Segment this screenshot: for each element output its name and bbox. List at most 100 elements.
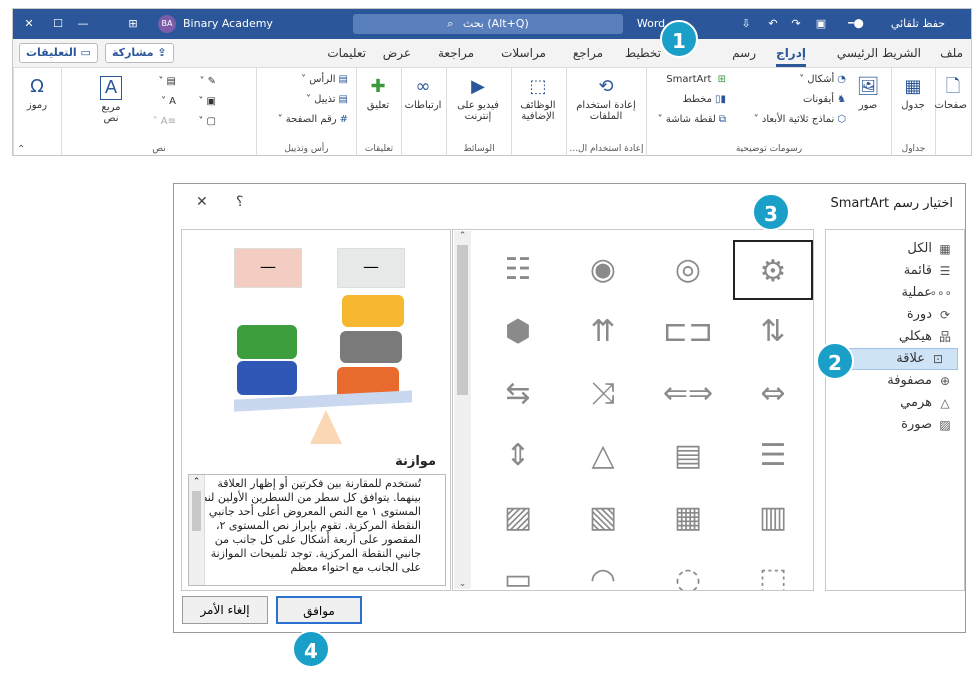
table-label: جدول [901, 100, 925, 111]
scroll-up-icon[interactable]: ⌃ [189, 475, 204, 489]
smartart-layout-thumbnail[interactable]: ⚙ [733, 240, 813, 300]
quickparts-icon[interactable]: ▤ ˅ [158, 76, 176, 87]
smartart-layout-thumbnail[interactable]: ⬚ [733, 550, 813, 590]
ribbon-display-icon[interactable]: ⊞ [123, 9, 143, 39]
smartart-layout-thumbnail[interactable]: ⇈ [563, 302, 643, 362]
preview-shape [237, 361, 297, 395]
smartart-layout-thumbnail[interactable]: ⇅ [733, 302, 813, 362]
smartart-layout-thumbnail[interactable]: ◌ [648, 550, 728, 590]
scroll-down-icon[interactable]: ⌄ [454, 579, 471, 589]
smartart-icon: ⊞ [717, 74, 726, 85]
pages-button[interactable]: 🗋 صفحات [935, 76, 967, 111]
search-box[interactable]: (Alt+Q) بحث ⌕ [353, 14, 623, 34]
smartart-layout-thumbnail[interactable]: ⬢ [478, 302, 558, 362]
signature-icon[interactable]: ✎ ˅ [199, 76, 216, 87]
tab-review[interactable]: مراجعة [438, 39, 474, 67]
tab-home[interactable]: الشريط الرئيسي [837, 39, 921, 67]
reuse-files-button[interactable]: ⟲ إعادة استخدام الملفات [570, 76, 642, 122]
picture-icon: 🖼 [856, 76, 880, 97]
wordart-icon[interactable]: A ˅ [161, 96, 176, 107]
help-button[interactable]: ؟ [236, 194, 243, 210]
header-button[interactable]: ▤الرأس ˅ [301, 74, 348, 85]
table-button[interactable]: ▦ جدول [899, 76, 927, 111]
textbox-button[interactable]: A مربع نص [96, 76, 126, 124]
avatar[interactable]: BA [158, 15, 176, 33]
minimize-icon[interactable]: — [73, 9, 93, 39]
maximize-icon[interactable]: ☐ [48, 9, 68, 39]
comment-label: تعليق [366, 100, 390, 111]
smartart-layout-thumbnail[interactable]: ▧ [563, 488, 643, 548]
object-icon[interactable]: ▢ ˅ [198, 116, 216, 127]
smartart-layout-thumbnail[interactable]: △ [563, 426, 643, 486]
addins-button[interactable]: ⬚ الوظائف الإضافية [514, 76, 562, 122]
links-button[interactable]: ∞ ارتباطات [402, 76, 444, 111]
smartart-layout-thumbnail[interactable]: ▥ [733, 488, 813, 548]
pyramid-icon: △ [940, 396, 950, 410]
smartart-layout-thumbnail[interactable]: ▭ [478, 550, 558, 590]
group-symbols: Ω رموز [13, 68, 61, 155]
autosave-toggle[interactable]: ⬤━ [841, 9, 871, 39]
datetime-icon[interactable]: ▣ ˅ [198, 96, 216, 107]
icons-button[interactable]: ♞أيقونات [803, 94, 846, 105]
chart-button[interactable]: ▮▯مخطط [682, 94, 726, 105]
smartart-layout-thumbnail[interactable]: ◉ [563, 240, 643, 300]
category-cycle[interactable]: ⟳ دورة [826, 304, 964, 326]
smartart-layout-thumbnail[interactable]: ⇔ [733, 364, 813, 424]
tab-file[interactable]: ملف [940, 39, 963, 67]
tab-help[interactable]: تعليمات [327, 39, 366, 67]
category-pyramid[interactable]: △ هرمي [826, 392, 964, 414]
smartart-layout-thumbnail[interactable]: ▦ [648, 488, 728, 548]
pictures-button[interactable]: 🖼 صور [853, 76, 883, 111]
smartart-layout-thumbnail[interactable]: ◠ [563, 550, 643, 590]
smartart-layout-thumbnail[interactable]: ▨ [478, 488, 558, 548]
tab-insert[interactable]: إدراج [776, 39, 806, 67]
tab-layout[interactable]: تخطيط [625, 39, 661, 67]
category-label: هيكلي [898, 329, 932, 344]
close-button[interactable]: ✕ [196, 194, 208, 210]
ok-button[interactable]: موافق [276, 596, 362, 624]
smartart-layout-thumbnail[interactable]: ☷ [478, 240, 558, 300]
symbols-button[interactable]: Ω رموز [19, 76, 55, 111]
smartart-button[interactable]: SmartArt ⊞ [666, 74, 726, 85]
tab-view[interactable]: عرض [383, 39, 411, 67]
comments-button[interactable]: ▭ التعليقات [19, 43, 98, 63]
footer-button[interactable]: ▤تذييل ˅ [306, 94, 348, 105]
smartart-layout-thumbnail[interactable]: ⊏⊐ [648, 302, 728, 362]
gallery-scrollbar[interactable]: ⌃ ⌄ [454, 231, 471, 589]
undo-icon[interactable]: ↶ [763, 9, 783, 39]
tab-draw[interactable]: رسم [732, 39, 756, 67]
redo-icon[interactable]: ↷ [786, 9, 806, 39]
smartart-layout-thumbnail[interactable]: ▤ [648, 426, 728, 486]
category-label: مصفوفة [887, 373, 932, 388]
screenshot-button[interactable]: ⧉لقطة شاشة ˅ [658, 114, 726, 125]
smartart-layout-thumbnail[interactable]: ◎ [648, 240, 728, 300]
dropcap-icon[interactable]: ≡A ˅ [153, 116, 176, 127]
save-icon[interactable]: ▣ [811, 9, 831, 39]
models3d-button[interactable]: ⬡نماذج ثلاثية الأبعاد ˅ [754, 114, 846, 125]
category-list-item[interactable]: ☰ قائمة [826, 260, 964, 282]
category-process[interactable]: ∘∘∘ عملية [826, 282, 964, 304]
tab-mailings[interactable]: مراسلات [501, 39, 546, 67]
tab-references[interactable]: مراجع [573, 39, 603, 67]
online-video-button[interactable]: ▶ فيديو على إنترنت [449, 76, 507, 122]
share-button[interactable]: ⇪ مشاركة [105, 43, 174, 63]
smartart-layout-thumbnail[interactable]: ⇆ [478, 364, 558, 424]
shapes-button[interactable]: ◔أشكال ˅ [799, 74, 846, 85]
description-scrollbar[interactable]: ⌃ [189, 475, 205, 585]
cancel-button[interactable]: إلغاء الأمر [182, 596, 268, 624]
category-picture[interactable]: ▨ صورة [826, 414, 964, 436]
smartart-layout-thumbnail[interactable]: ⇕ [478, 426, 558, 486]
category-all[interactable]: ▦ الكل [826, 238, 964, 260]
scroll-up-icon[interactable]: ⌃ [454, 231, 471, 241]
customize-icon[interactable]: ⇩ [736, 9, 756, 39]
collapse-ribbon-icon[interactable]: ⌃ [17, 144, 25, 155]
smartart-layout-thumbnail[interactable]: ⤨ [563, 364, 643, 424]
category-hierarchy[interactable]: 品 هيكلي [826, 326, 964, 348]
scroll-thumb[interactable] [192, 491, 201, 531]
smartart-layout-thumbnail[interactable]: ☰ [733, 426, 813, 486]
new-comment-button[interactable]: ✚ تعليق [359, 76, 397, 111]
page-number-button[interactable]: #رقم الصفحة ˅ [278, 114, 348, 125]
scroll-thumb[interactable] [457, 245, 468, 395]
close-icon[interactable]: ✕ [19, 9, 39, 39]
smartart-layout-thumbnail[interactable]: ⇒⇐ [648, 364, 728, 424]
